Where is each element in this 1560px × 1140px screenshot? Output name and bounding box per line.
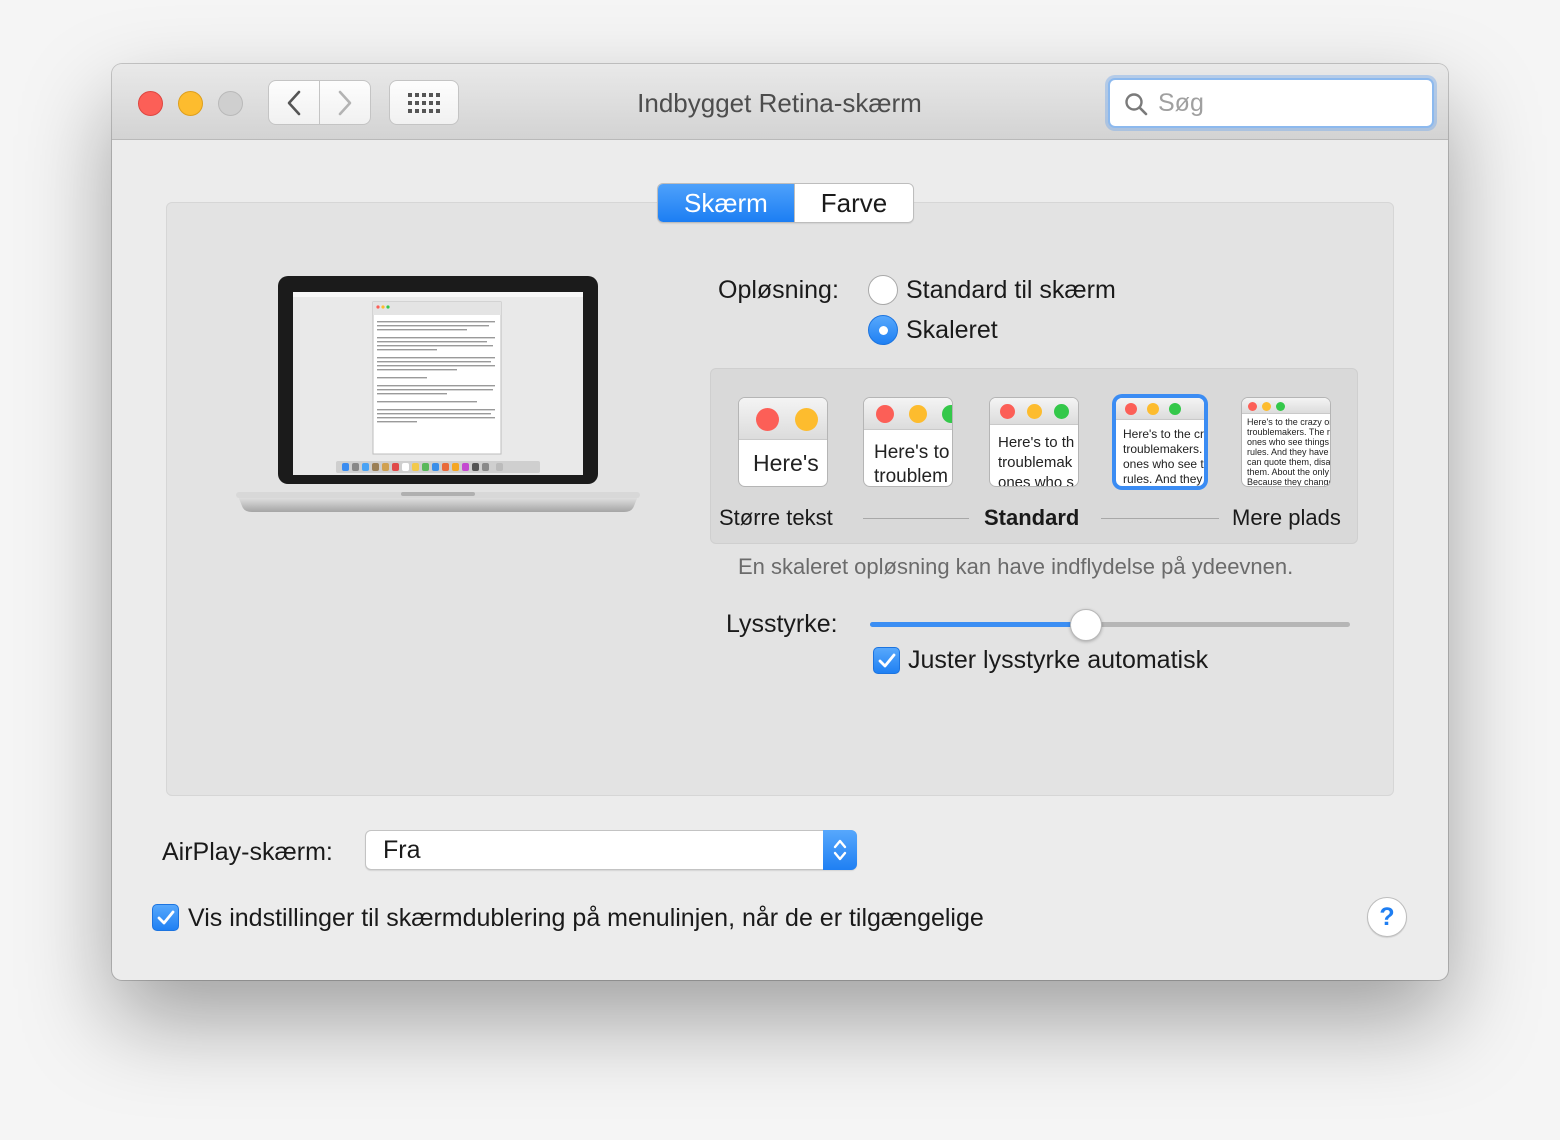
search-icon bbox=[1125, 93, 1148, 116]
green-dot-icon bbox=[1276, 402, 1285, 411]
auto-brightness-checkbox[interactable] bbox=[873, 647, 900, 674]
red-dot-icon bbox=[876, 405, 894, 423]
laptop-preview-image bbox=[236, 276, 640, 512]
zoom-button bbox=[218, 91, 243, 116]
scale-option-4[interactable]: Here's to the cr troublemakers. ones who… bbox=[1115, 397, 1205, 487]
yellow-dot-icon bbox=[1147, 403, 1159, 415]
scale-option-5[interactable]: Here's to the crazy one troublemakers. T… bbox=[1241, 397, 1331, 487]
close-button[interactable] bbox=[138, 91, 163, 116]
minimize-button[interactable] bbox=[178, 91, 203, 116]
scale-preview-text: Here's to the crazy one troublemakers. T… bbox=[1247, 417, 1331, 487]
select-arrows-icon[interactable] bbox=[823, 830, 857, 870]
scale-preview-text: Here's bbox=[753, 450, 819, 476]
radio-scaled-resolution[interactable] bbox=[868, 315, 898, 345]
title-bar: Indbygget Retina-skærm bbox=[112, 64, 1448, 140]
back-button[interactable] bbox=[269, 81, 319, 124]
scaling-hint: En skaleret opløsning kan have indflydel… bbox=[738, 554, 1294, 579]
scale-preview-text: Here's to th troublemak ones who s bbox=[998, 434, 1075, 487]
navigation-buttons bbox=[268, 80, 371, 125]
checkmark-icon bbox=[878, 653, 895, 667]
brightness-slider-knob[interactable] bbox=[1070, 609, 1102, 641]
airplay-label: AirPlay-skærm: bbox=[162, 838, 333, 866]
yellow-dot-icon bbox=[1262, 402, 1271, 411]
brightness-label: Lysstyrke: bbox=[726, 610, 838, 638]
airplay-select-value: Fra bbox=[383, 836, 421, 864]
checkmark-icon bbox=[157, 910, 174, 924]
radio-scaled-resolution-label[interactable]: Skaleret bbox=[906, 316, 998, 345]
chevron-left-icon bbox=[287, 90, 301, 115]
scale-option-2[interactable]: Here's to troublem bbox=[863, 397, 953, 487]
scale-preview-text: Here's to the cr troublemakers. ones who… bbox=[1123, 427, 1204, 486]
tab-display[interactable]: Skærm bbox=[658, 184, 794, 222]
show-all-button[interactable] bbox=[389, 80, 459, 125]
tab-bar: Skærm Farve bbox=[657, 183, 915, 223]
red-dot-icon bbox=[1000, 404, 1015, 419]
grid-icon bbox=[408, 92, 440, 113]
red-dot-icon bbox=[756, 408, 779, 431]
auto-brightness-label[interactable]: Juster lysstyrke automatisk bbox=[908, 646, 1208, 675]
window-title: Indbygget Retina-skærm bbox=[637, 88, 922, 118]
red-dot-icon bbox=[1125, 403, 1137, 415]
scale-option-3[interactable]: Here's to th troublemak ones who s bbox=[989, 397, 1079, 487]
scaling-options: Here's Here's to troublem Here's to th t… bbox=[710, 368, 1358, 544]
scale-label-default: Standard bbox=[984, 505, 1080, 530]
airplay-select[interactable]: Fra bbox=[365, 830, 857, 870]
chevron-right-icon bbox=[338, 90, 352, 115]
red-dot-icon bbox=[1248, 402, 1257, 411]
green-dot-icon bbox=[1054, 404, 1069, 419]
scale-option-1[interactable]: Here's bbox=[738, 397, 828, 487]
radio-default-resolution[interactable] bbox=[868, 275, 898, 305]
mirroring-checkbox[interactable] bbox=[152, 904, 179, 931]
brightness-slider-fill bbox=[870, 622, 1086, 627]
yellow-dot-icon bbox=[909, 405, 927, 423]
resolution-label: Opløsning: bbox=[718, 276, 839, 304]
green-dot-icon bbox=[1169, 403, 1181, 415]
search-field[interactable] bbox=[1108, 78, 1434, 128]
scale-label-more-space: Mere plads bbox=[1232, 505, 1341, 530]
forward-button[interactable] bbox=[319, 81, 370, 124]
yellow-dot-icon bbox=[1027, 404, 1042, 419]
brightness-slider[interactable] bbox=[870, 609, 1350, 641]
radio-default-resolution-label[interactable]: Standard til skærm bbox=[906, 276, 1116, 305]
search-input[interactable] bbox=[1158, 86, 1418, 120]
scale-preview-text: Here's to troublem bbox=[874, 442, 950, 487]
yellow-dot-icon bbox=[795, 408, 818, 431]
help-button[interactable]: ? bbox=[1367, 897, 1407, 937]
preferences-window: Indbygget Retina-skærm Skærm Farve bbox=[112, 64, 1448, 980]
mirroring-label[interactable]: Vis indstillinger til skærmdublering på … bbox=[188, 904, 984, 933]
chevron-up-down-icon bbox=[833, 839, 847, 861]
tab-color[interactable]: Farve bbox=[793, 184, 914, 222]
scale-label-larger-text: Større tekst bbox=[719, 505, 833, 530]
green-dot-icon bbox=[942, 405, 952, 423]
